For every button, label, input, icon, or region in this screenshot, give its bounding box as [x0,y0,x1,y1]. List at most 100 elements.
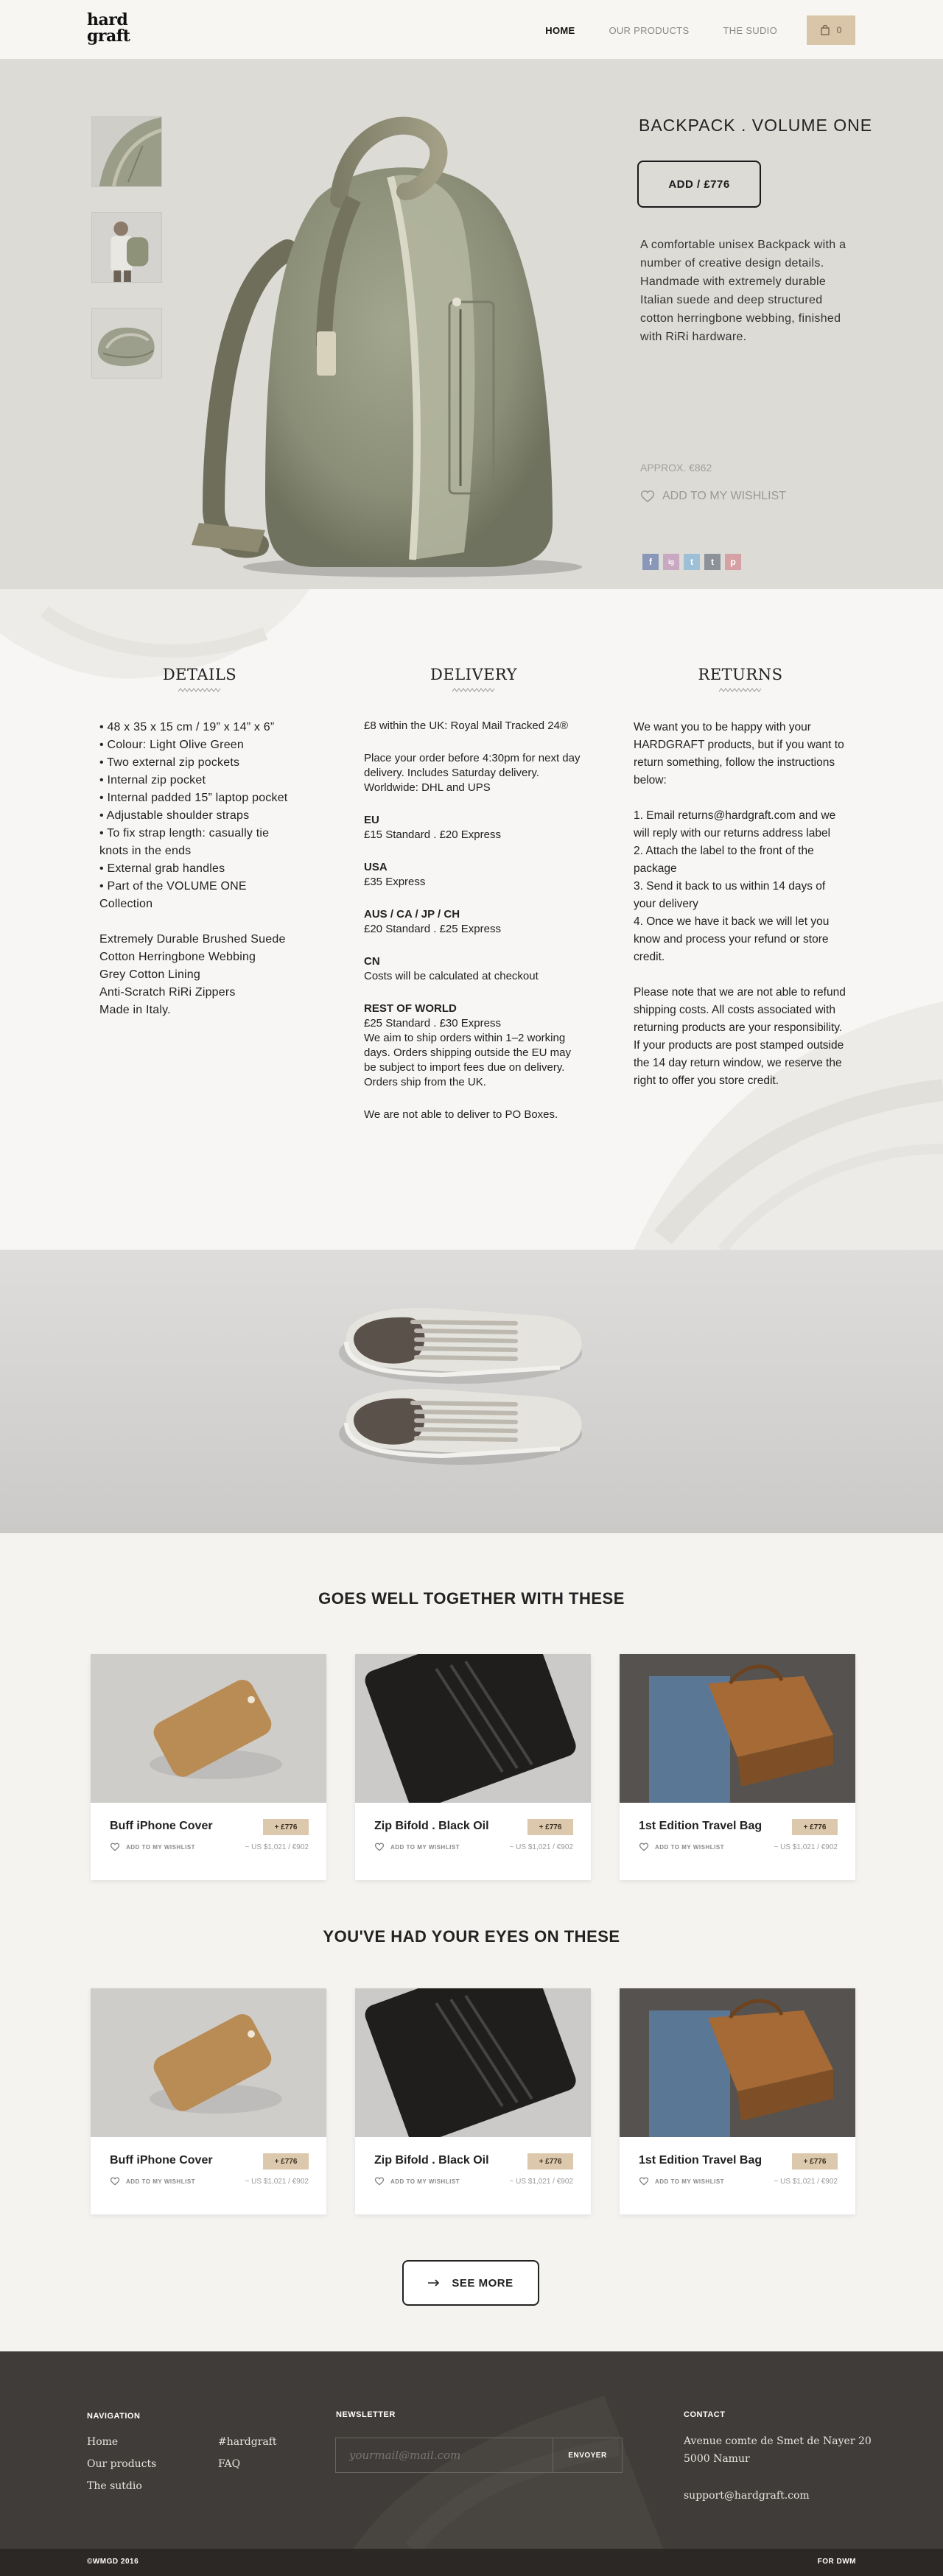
product-card[interactable]: Zip Bifold . Black Oil + £776 ADD TO MY … [355,1988,591,2214]
newsletter-submit-button[interactable]: ENVOYER [553,2438,623,2473]
product-card[interactable]: 1st Edition Travel Bag + £776 ADD TO MY … [620,1654,855,1880]
contact-address: Avenue comte de Smet de Nayer 20 5000 Na… [684,2435,872,2465]
card-price[interactable]: + £776 [263,2153,309,2169]
heart-icon [110,1843,120,1851]
usa-heading: USA [364,861,388,873]
returns-title: RETURNS [698,666,783,683]
tumblr-icon[interactable]: t [704,554,721,570]
cn-heading: CN [364,955,380,968]
material-item: Anti-Scratch RiRi Zippers [99,986,236,999]
credit-link[interactable]: FOR DWM [818,2558,856,2566]
card-wishlist[interactable]: ADD TO MY WISHLIST [374,2177,460,2186]
card-title: Buff iPhone Cover [110,2154,213,2167]
product-card[interactable]: Zip Bifold . Black Oil + £776 ADD TO MY … [355,1654,591,1880]
card-alt-price: ~ US $1,021 / €902 [245,2178,309,2186]
card-title: 1st Edition Travel Bag [639,2154,763,2167]
main-nav: HOME OUR PRODUCTS THE SUDIO 0 [511,15,855,46]
card-wishlist[interactable]: ADD TO MY WISHLIST [374,1843,460,1851]
details-column: DETAILS 48 x 35 x 15 cm / 19” x 14” x 6”… [99,666,300,1019]
returns-step: 1. Email returns@hardgraft.com and we wi… [634,809,836,840]
footer-link-faq[interactable]: FAQ [218,2453,277,2475]
product-hero: BACKPACK . VOLUME ONE ADD / £776 A comfo… [0,59,943,589]
product-title: BACKPACK . VOLUME ONE [639,116,873,135]
aus-heading: AUS / CA / JP / CH [364,908,460,921]
facebook-icon[interactable]: f [642,554,659,570]
lifestyle-banner [0,1250,943,1533]
usa-rates: £35 Express [364,876,426,888]
arrow-right-icon [428,2279,440,2287]
card-wishlist[interactable]: ADD TO MY WISHLIST [110,2177,195,2186]
twitter-icon[interactable]: t [684,554,700,570]
contact-heading: CONTACT [684,2410,726,2419]
heart-icon [110,2177,120,2186]
returns-step: 2. Attach the label to the front of the … [634,845,814,875]
material-item: Grey Cotton Lining [99,968,201,981]
material-item: Made in Italy. [99,1004,171,1016]
zigzag-divider [178,688,221,692]
thumbnail-1[interactable] [91,116,162,187]
details-list: 48 x 35 x 15 cm / 19” x 14” x 6” Colour:… [99,719,300,913]
approx-price: APPROX. €862 [640,462,712,474]
heart-icon [374,1843,385,1851]
returns-step: 3. Send it back to us within 14 days of … [634,880,826,910]
footer-nav: Home Our products The sutdio [87,2431,156,2497]
thumbnail-3[interactable] [91,308,162,379]
newsletter-email-input[interactable] [335,2438,553,2473]
see-more-button[interactable]: SEE MORE [402,2260,539,2306]
row-heading: REST OF WORLD [364,1002,457,1015]
list-item: Part of the VOLUME ONE Collection [99,878,300,913]
thumbnail-2[interactable] [91,212,162,283]
cart-button[interactable]: 0 [807,15,855,45]
pinterest-icon[interactable]: p [725,554,741,570]
delivery-note: Place your order before 4:30pm for next … [364,752,581,794]
list-item: Two external zip pockets [99,754,300,772]
nav-home[interactable]: HOME [545,25,575,36]
card-image [355,1654,591,1803]
returns-column: RETURNS We want you to be happy with you… [634,666,847,1108]
product-card[interactable]: 1st Edition Travel Bag + £776 ADD TO MY … [620,1988,855,2214]
card-wishlist[interactable]: ADD TO MY WISHLIST [110,1843,195,1851]
footer-link-home[interactable]: Home [87,2431,156,2453]
eu-heading: EU [364,814,379,826]
delivery-column: DELIVERY £8 within the UK: Royal Mail Tr… [364,666,583,1140]
footer-link-studio[interactable]: The sutdio [87,2475,156,2497]
zigzag-divider [452,688,495,692]
card-image [620,1654,855,1803]
card-alt-price: ~ US $1,021 / €902 [245,1843,309,1851]
instagram-icon[interactable]: ig [663,554,679,570]
product-card[interactable]: Buff iPhone Cover + £776 ADD TO MY WISHL… [91,1988,326,2214]
contact-email[interactable]: support@hardgraft.com [684,2487,810,2505]
card-price[interactable]: + £776 [527,1819,573,1835]
card-wishlist[interactable]: ADD TO MY WISHLIST [639,1843,724,1851]
po-note: We are not able to deliver to PO Boxes. [364,1108,558,1121]
nav-our-products[interactable]: OUR PRODUCTS [609,25,689,36]
footer-nav-secondary: #hardgraft FAQ [218,2431,277,2475]
delivery-intro: £8 within the UK: Royal Mail Tracked 24® [364,719,569,732]
add-to-wishlist[interactable]: ADD TO MY WISHLIST [640,490,786,503]
product-description: A comfortable unisex Backpack with a num… [640,239,846,343]
copyright: ©WMGD 2016 [87,2558,139,2566]
card-price[interactable]: + £776 [263,1819,309,1835]
product-card[interactable]: Buff iPhone Cover + £776 ADD TO MY WISHL… [91,1654,326,1880]
footer-link-hashtag[interactable]: #hardgraft [218,2431,277,2453]
eu-rates: £15 Standard . £20 Express [364,828,501,841]
delivery-title: DELIVERY [430,666,517,683]
list-item: Internal zip pocket [99,772,300,789]
card-title: Buff iPhone Cover [110,1820,213,1832]
card-alt-price: ~ US $1,021 / €902 [774,2178,838,2186]
card-price[interactable]: + £776 [527,2153,573,2169]
card-price[interactable]: + £776 [792,1819,838,1835]
material-item: Cotton Herringbone Webbing [99,951,256,963]
card-alt-price: ~ US $1,021 / €902 [774,1843,838,1851]
card-title: Zip Bifold . Black Oil [374,1820,489,1832]
card-price[interactable]: + £776 [792,2153,838,2169]
card-wishlist[interactable]: ADD TO MY WISHLIST [639,2177,724,2186]
bag-icon [821,25,830,35]
footer-link-products[interactable]: Our products [87,2453,156,2475]
zigzag-divider [719,688,762,692]
card-image [91,1654,326,1803]
logo[interactable]: hard graft [87,12,130,44]
returns-step: 4. Once we have it back we will let you … [634,915,830,963]
nav-the-studio[interactable]: THE SUDIO [723,25,777,36]
add-to-cart-button[interactable]: ADD / £776 [637,161,761,208]
